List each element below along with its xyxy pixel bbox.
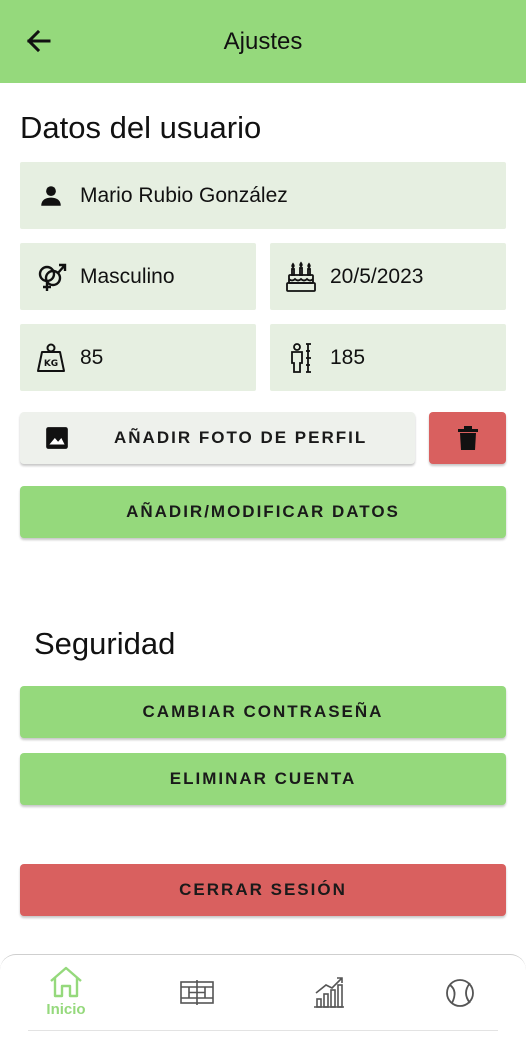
nav-gesture-line [28, 1030, 498, 1031]
weight-field[interactable]: KG 85 [20, 324, 256, 391]
image-icon [44, 425, 70, 451]
birthdate-value: 20/5/2023 [330, 264, 424, 288]
change-password-label: CAMBIAR CONTRASEÑA [142, 702, 384, 721]
user-data-title: Datos del usuario [20, 110, 262, 145]
bottom-navigation: Inicio [0, 954, 526, 1040]
nav-item-court[interactable] [157, 979, 237, 1007]
court-icon [180, 980, 214, 1005]
page-title: Ajustes [223, 28, 303, 55]
birthday-cake-icon [284, 260, 318, 294]
name-field[interactable]: Mario Rubio González [20, 162, 506, 229]
gender-icon [34, 260, 68, 294]
nav-item-stats[interactable] [289, 975, 369, 1009]
home-icon [50, 966, 82, 998]
modify-data-label: AÑADIR/MODIFICAR DATOS [126, 502, 400, 521]
add-photo-button[interactable]: AÑADIR FOTO DE PERFIL [20, 412, 415, 464]
weight-kg-icon: KG [34, 341, 68, 375]
nav-item-inicio[interactable]: Inicio [26, 965, 106, 1018]
nav-item-ball[interactable] [420, 977, 500, 1009]
logout-label: CERRAR SESIÓN [179, 880, 347, 899]
delete-account-button[interactable]: ELIMINAR CUENTA [20, 753, 506, 805]
height-field[interactable]: 185 [270, 324, 506, 391]
delete-account-label: ELIMINAR CUENTA [169, 769, 357, 788]
add-photo-label: AÑADIR FOTO DE PERFIL [114, 428, 368, 447]
weight-value: 85 [80, 345, 104, 369]
modify-data-button[interactable]: AÑADIR/MODIFICAR DATOS [20, 486, 506, 538]
security-title: Seguridad [34, 626, 176, 661]
birthdate-field[interactable]: 20/5/2023 [270, 243, 506, 310]
stats-chart-icon [314, 977, 344, 1008]
name-value: Mario Rubio González [80, 183, 288, 207]
nav-label-inicio: Inicio [46, 1001, 86, 1018]
svg-text:KG: KG [44, 359, 58, 369]
delete-photo-button[interactable] [429, 412, 506, 464]
gender-field[interactable]: Masculino [20, 243, 256, 310]
gender-value: Masculino [80, 264, 175, 288]
trash-icon [457, 426, 478, 450]
height-value: 185 [330, 345, 366, 369]
person-icon [34, 179, 68, 213]
ball-icon [446, 979, 474, 1007]
app-bar: Ajustes [0, 0, 526, 83]
change-password-button[interactable]: CAMBIAR CONTRASEÑA [20, 686, 506, 738]
height-icon [284, 341, 318, 375]
logout-button[interactable]: CERRAR SESIÓN [20, 864, 506, 916]
